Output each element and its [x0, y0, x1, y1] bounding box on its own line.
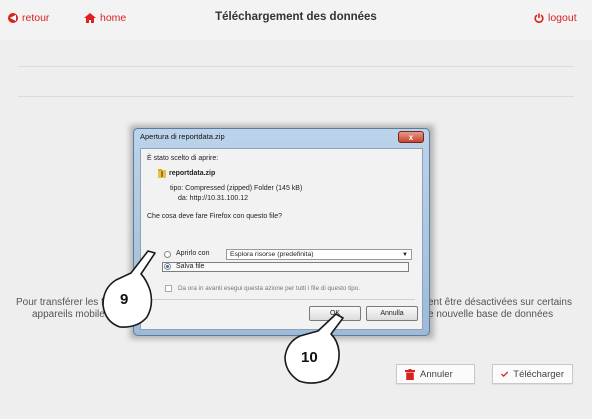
dialog-cancel-label: Annulla	[380, 310, 404, 317]
save-file-radio[interactable]	[164, 263, 171, 270]
trash-icon	[405, 368, 415, 380]
dialog-body: È stato scelto di aprire: reportdata.zip…	[140, 148, 423, 330]
save-file-label: Salva file	[176, 263, 205, 270]
info-text-left: Pour transférer les fich appareils mobil…	[16, 297, 117, 321]
dialog-title: Apertura di reportdata.zip	[140, 132, 225, 141]
ok-button[interactable]: OK	[309, 306, 361, 321]
open-with-label: Aprirlo con	[176, 250, 210, 257]
download-label: Télécharger	[513, 368, 564, 380]
dialog-question: Che cosa deve fare Firefox con questo fi…	[147, 213, 283, 220]
open-with-radio[interactable]	[164, 251, 171, 258]
file-type: tipo: Compressed (zipped) Folder (145 kB…	[170, 185, 303, 192]
power-icon	[534, 13, 544, 23]
cancel-label: Annuler	[420, 368, 453, 380]
app-page: ◀ retour home Téléchargement des données…	[0, 0, 592, 419]
remember-choice-checkbox[interactable]	[165, 285, 172, 292]
divider-second	[18, 96, 574, 97]
open-file-dialog: Apertura di reportdata.zip x È stato sce…	[133, 128, 430, 336]
step-10-label: 10	[301, 349, 318, 366]
dialog-cancel-button[interactable]: Annulla	[366, 306, 418, 321]
application-select[interactable]: Esplora risorse (predefinita) ▼	[226, 249, 412, 260]
info-right-line2: e nouvelle base de données	[428, 309, 554, 320]
close-icon: x	[408, 132, 414, 142]
file-name: reportdata.zip	[169, 170, 216, 177]
info-left-line2: appareils mobiles.	[32, 309, 113, 320]
info-right-line1: ent être désactivées sur certains	[428, 297, 572, 308]
application-select-value: Esplora risorse (predefinita)	[230, 251, 314, 258]
divider-top	[18, 66, 574, 67]
info-left-line1: Pour transférer les fich	[16, 297, 117, 308]
file-source: da: http://10.31.100.12	[178, 195, 249, 202]
page-title: Téléchargement des données	[215, 11, 377, 23]
step-9-label: 9	[120, 291, 129, 308]
header-bar: ◀ retour home Téléchargement des données…	[0, 0, 592, 40]
zip-folder-icon	[158, 169, 166, 178]
remember-choice-label: Da ora in avanti esegui questa azione pe…	[178, 285, 361, 292]
cancel-button[interactable]: Annuler	[396, 364, 475, 384]
dropdown-arrow-icon: ▼	[402, 252, 408, 258]
checkmark-icon	[501, 371, 509, 377]
dialog-separator	[147, 299, 415, 300]
logout-button[interactable]: logout	[534, 12, 577, 24]
logout-label: logout	[548, 12, 577, 24]
dialog-close-button[interactable]: x	[398, 131, 424, 143]
download-button[interactable]: Télécharger	[492, 364, 573, 384]
ok-label: OK	[329, 310, 341, 317]
info-text-right: ent être désactivées sur certains e nouv…	[428, 297, 572, 321]
dialog-intro: È stato scelto di aprire:	[147, 155, 219, 162]
